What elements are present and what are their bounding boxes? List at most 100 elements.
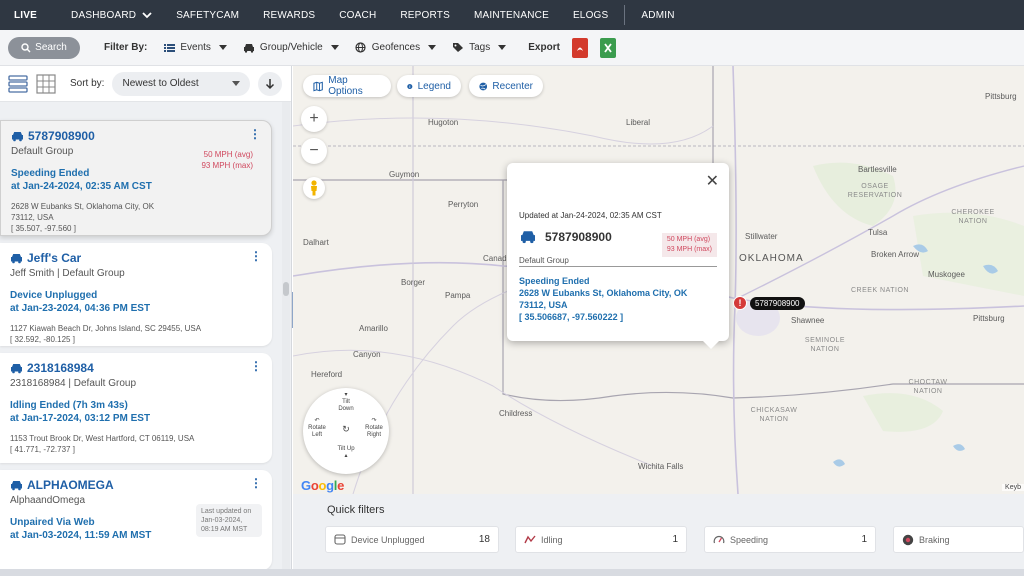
popup-address-2: 73112, USA (519, 300, 568, 310)
map-place-label: Pittsburg (985, 92, 1017, 101)
nav-admin[interactable]: ADMIN (629, 0, 686, 30)
reset-rotation-icon[interactable]: ↻ (340, 425, 352, 434)
vehicle-card[interactable]: 5787908900 ⋮ Default Group 50 MPH (avg) … (0, 120, 272, 236)
nav-live[interactable]: LIVE (0, 0, 59, 30)
coordinates: [ 41.771, -72.737 ] (10, 445, 75, 454)
grid-view-button[interactable] (34, 72, 58, 96)
map-place-label: Borger (401, 278, 426, 287)
quick-filters-title: Quick filters (327, 504, 385, 516)
map-place-label: Stillwater (745, 232, 778, 241)
braking-icon (902, 534, 914, 546)
address-line-1: 1127 Kiawah Beach Dr, Johns Island, SC 2… (10, 324, 202, 333)
vehicle-card[interactable]: Jeff's Car ⋮ Jeff Smith | Default Group … (0, 243, 272, 346)
map-nation-label: CHICKASAW NATION (750, 407, 798, 423)
street-view-pegman-icon[interactable] (303, 177, 325, 199)
nav-divider (624, 5, 626, 25)
vehicle-card[interactable]: ALPHAOMEGA ⋮ AlphaandOmega Last updated … (0, 470, 272, 570)
car-icon (11, 363, 22, 373)
tags-dropdown[interactable]: Tags (452, 42, 507, 54)
popup-vehicle-name: 5787908900 (545, 230, 612, 244)
map-view[interactable]: Hugoton Guymon Perryton Dalhart Canad Bo… (293, 66, 1024, 494)
map-place-label: Bartlesville (858, 165, 897, 174)
map-nation-label: CHEROKEE NATION (951, 209, 995, 225)
top-nav: LIVE DASHBOARD SAFETYCAM REWARDS COACH R… (0, 0, 1024, 30)
rotate-right-button[interactable]: ↷ Rotate Right (363, 418, 385, 439)
zoom-out-button[interactable]: − (301, 138, 327, 164)
speedometer-icon (713, 534, 725, 546)
recenter-button[interactable]: Recenter (469, 75, 543, 97)
map-nation-label: CREEK NATION (851, 287, 909, 294)
list-view-icon (8, 74, 28, 93)
car-icon (11, 480, 22, 490)
address-line-1: 1153 Trout Brook Dr, West Hartford, CT 0… (10, 434, 195, 443)
nav-elogs[interactable]: ELOGS (561, 0, 620, 30)
scrollbar-thumb[interactable] (283, 282, 289, 296)
map-place-label: Canad (483, 254, 507, 263)
more-options-icon[interactable]: ⋮ (250, 250, 262, 262)
speed-max: 93 MPH (max) (201, 161, 253, 170)
nav-dashboard[interactable]: DASHBOARD (59, 0, 164, 30)
popup-address-1: 2628 W Eubanks St, Oklahoma City, OK (519, 288, 688, 298)
popup-event-type: Speeding Ended (519, 276, 590, 286)
car-icon (11, 253, 22, 263)
popup-coordinates: [ 35.506687, -97.560222 ] (519, 312, 624, 322)
sort-direction-button[interactable] (258, 71, 283, 96)
rotate-left-button[interactable]: ↶ Rotate Left (306, 418, 328, 439)
map-options-button[interactable]: Map Options (303, 75, 391, 97)
zoom-in-button[interactable]: + (301, 106, 327, 132)
events-dropdown[interactable]: Events (163, 42, 227, 54)
vehicle-list-scrollbar[interactable] (282, 102, 290, 576)
vehicle-card[interactable]: 2318168984 ⋮ 2318168984 | Default Group … (0, 353, 272, 463)
vehicle-title: 5787908900 (11, 129, 261, 143)
close-icon[interactable]: ✕ (706, 171, 719, 191)
quick-filter-idling[interactable]: Idling 1 (515, 526, 687, 553)
sort-label: Sort by: (70, 78, 105, 89)
map-place-label: Dalhart (303, 238, 329, 247)
map-place-label: Tulsa (868, 228, 888, 237)
geofences-dropdown[interactable]: Geofences (355, 42, 437, 54)
quick-filter-label: Device Unplugged (351, 534, 425, 545)
tilt-up-button[interactable]: Tilt Up ▴ (336, 446, 356, 460)
quick-filter-braking[interactable]: Braking (893, 526, 1024, 553)
nav-maintenance[interactable]: MAINTENANCE (462, 0, 561, 30)
marker-label: 5787908900 (750, 296, 805, 310)
alert-pin-icon: ! (733, 296, 747, 310)
chevron-down-icon (142, 12, 152, 19)
sort-bar: Sort by: Newest to Oldest (0, 66, 291, 102)
rotate-right-label: Rotate Right (365, 425, 383, 438)
pdf-export-icon[interactable] (571, 37, 588, 58)
vehicle-name: ALPHAOMEGA (27, 478, 114, 492)
nav-coach[interactable]: COACH (327, 0, 388, 30)
event-time: at Jan-23-2024, 04:36 PM EST (10, 303, 151, 314)
map-attribution[interactable]: Keyb (1002, 484, 1024, 491)
map-place-label: Pittsburg (973, 314, 1005, 323)
vehicle-address: 1127 Kiawah Beach Dr, Johns Island, SC 2… (10, 323, 262, 345)
excel-export-icon[interactable] (599, 37, 616, 58)
rotate-control[interactable]: ▾ Tilt Down ↶ Rotate Left ↷ Rotate Right ↻ … (303, 388, 389, 474)
google-logo: Google (301, 478, 345, 493)
arrow-down-icon (266, 78, 275, 89)
event-time: at Jan-24-2024, 02:35 AM CST (11, 181, 152, 192)
vehicle-group: 2318168984 | Default Group (10, 378, 137, 389)
sort-select[interactable]: Newest to Oldest (112, 71, 251, 96)
more-options-icon[interactable]: ⋮ (250, 360, 262, 372)
map-place-label: Amarillo (359, 324, 388, 333)
group-vehicle-dropdown[interactable]: Group/Vehicle (243, 42, 339, 54)
search-button[interactable]: Search (8, 36, 80, 59)
vehicle-marker[interactable]: ! 5787908900 (733, 296, 805, 310)
list-view-button[interactable] (6, 72, 30, 96)
tilt-down-button[interactable]: ▾ Tilt Down (336, 392, 356, 413)
speed-info: 50 MPH (avg) 93 MPH (max) (201, 149, 253, 171)
legend-button[interactable]: Legend (397, 75, 461, 97)
nav-reports[interactable]: REPORTS (388, 0, 462, 30)
filter-by-label: Filter By: (104, 42, 148, 53)
coordinates: [ 32.592, -80.125 ] (10, 335, 75, 344)
nav-rewards[interactable]: REWARDS (251, 0, 327, 30)
more-options-icon[interactable]: ⋮ (250, 477, 262, 489)
event-type: Device Unplugged (10, 290, 98, 301)
more-options-icon[interactable]: ⋮ (249, 128, 261, 140)
quick-filter-device-unplugged[interactable]: Device Unplugged 18 (325, 526, 499, 553)
quick-filter-speeding[interactable]: Speeding 1 (704, 526, 876, 553)
filter-bar: Search Filter By: Events Group/Vehicle G… (0, 30, 1024, 66)
nav-safetycam[interactable]: SAFETYCAM (164, 0, 251, 30)
